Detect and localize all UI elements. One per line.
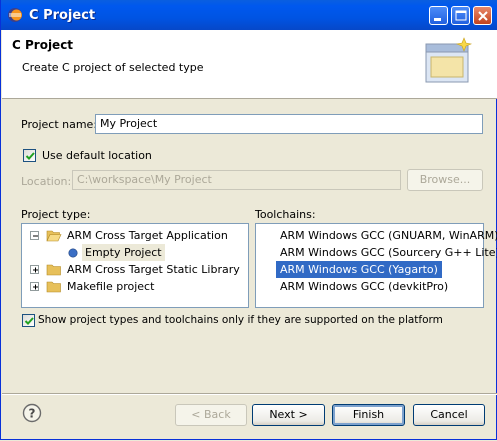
tree-item-label: Makefile project: [67, 280, 155, 293]
toolchains-list[interactable]: ARM Windows GCC (GNUARM, WinARM) ARM Win…: [255, 223, 497, 308]
wizard-title: C Project: [12, 38, 74, 52]
minimize-button[interactable]: [429, 6, 448, 25]
svg-text:?: ?: [29, 407, 36, 421]
title-bar[interactable]: C Project: [1, 0, 497, 30]
expand-icon[interactable]: [30, 282, 39, 291]
open-folder-icon: [46, 230, 62, 242]
folder-icon: [46, 281, 61, 293]
project-template-icon: [68, 248, 78, 258]
use-default-location-label: Use default location: [42, 149, 152, 162]
tree-item-label: Empty Project: [82, 244, 165, 261]
tree-item-label: ARM Cross Target Static Library: [67, 263, 240, 276]
expand-icon[interactable]: [30, 265, 39, 274]
eclipse-icon: [8, 8, 22, 22]
tree-item-makefile-project[interactable]: Makefile project: [22, 278, 248, 295]
window-title: C Project: [29, 8, 96, 23]
next-button[interactable]: Next >: [252, 404, 325, 426]
show-supported-only-checkbox[interactable]: [22, 314, 35, 327]
tree-item-arm-cross-target-application[interactable]: ARM Cross Target Application: [22, 227, 248, 244]
list-item-label: ARM Windows GCC (GNUARM, WinARM): [280, 229, 497, 242]
toolchains-label: Toolchains:: [255, 208, 316, 221]
checkmark-icon: [25, 152, 35, 160]
project-type-label: Project type:: [21, 208, 91, 221]
use-default-location-checkbox[interactable]: [23, 149, 36, 162]
checkmark-icon: [24, 317, 34, 325]
cancel-button[interactable]: Cancel: [413, 404, 485, 426]
location-label: Location:: [21, 175, 72, 188]
project-name-input[interactable]: My Project: [95, 114, 483, 134]
wizard-description: Create C project of selected type: [22, 61, 204, 74]
wizard-header: C Project Create C project of selected t…: [2, 30, 497, 99]
close-icon: [478, 11, 488, 21]
browse-button[interactable]: Browse...: [407, 169, 483, 191]
minimize-icon: [434, 18, 441, 21]
folder-icon: [46, 264, 61, 276]
footer-separator: [2, 393, 497, 395]
finish-button[interactable]: Finish: [332, 404, 405, 426]
tree-item-empty-project[interactable]: Empty Project: [22, 244, 248, 261]
list-item-label: ARM Windows GCC (Sourcery G++ Lite): [280, 246, 497, 259]
location-input[interactable]: C:\workspace\My Project: [72, 170, 401, 190]
collapse-icon[interactable]: [30, 231, 39, 240]
c-project-dialog: C Project C Project Create C project of …: [0, 0, 497, 440]
project-type-tree[interactable]: ARM Cross Target Application Empty Proje…: [21, 223, 249, 308]
help-icon[interactable]: ?: [22, 403, 42, 423]
maximize-button[interactable]: [451, 6, 470, 25]
project-name-label: Project name:: [21, 118, 98, 131]
tree-item-label: ARM Cross Target Application: [67, 229, 228, 242]
list-item-label: ARM Windows GCC (Yagarto): [276, 261, 442, 278]
new-project-wizard-icon: [425, 37, 473, 83]
close-button[interactable]: [473, 6, 492, 25]
show-supported-only-label: Show project types and toolchains only i…: [38, 314, 443, 326]
tree-item-arm-cross-target-static-library[interactable]: ARM Cross Target Static Library: [22, 261, 248, 278]
list-item-label: ARM Windows GCC (devkitPro): [280, 280, 449, 293]
back-button[interactable]: < Back: [175, 404, 247, 426]
maximize-icon: [455, 10, 467, 21]
